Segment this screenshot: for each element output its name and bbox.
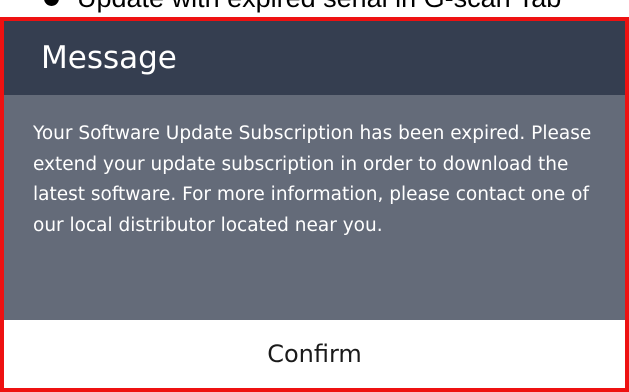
dialog-title: Message <box>41 40 177 76</box>
dialog-header: Message <box>4 21 625 95</box>
confirm-button[interactable]: Confirm <box>4 320 625 388</box>
dialog-body: Your Software Update Subscription has be… <box>4 95 625 320</box>
document-heading-text: Update with expired serial in G-scan Tab <box>77 0 561 14</box>
bullet-icon <box>44 0 59 6</box>
document-heading: Update with expired serial in G-scan Tab <box>44 0 561 13</box>
confirm-button-label: Confirm <box>267 340 362 368</box>
message-dialog: Message Your Software Update Subscriptio… <box>0 17 629 392</box>
dialog-message: Your Software Update Subscription has be… <box>33 123 592 236</box>
page: Update with expired serial in G-scan Tab… <box>0 0 629 392</box>
